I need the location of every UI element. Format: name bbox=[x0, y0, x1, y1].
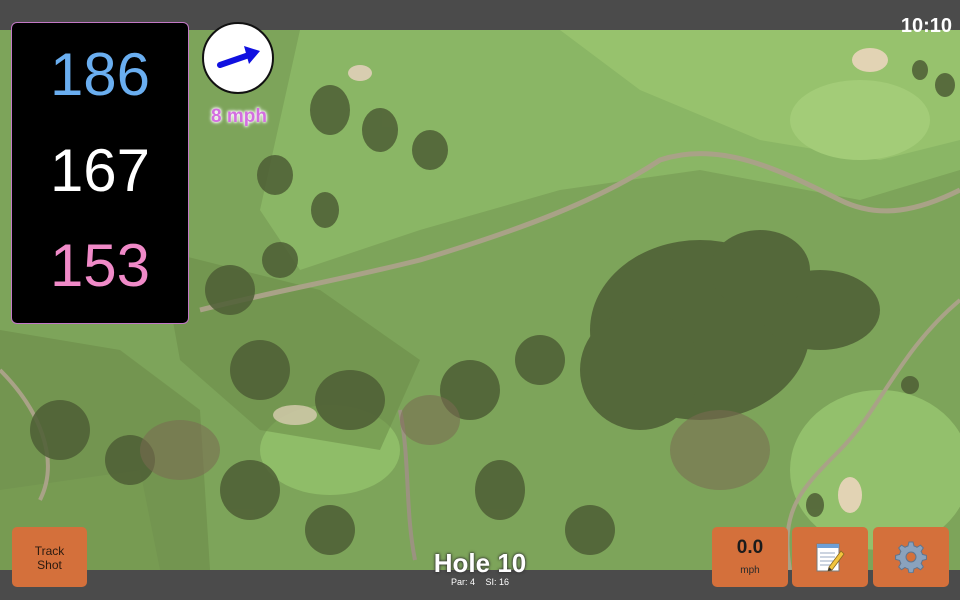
wind-direction-dial bbox=[202, 22, 274, 94]
speed-unit: mph bbox=[740, 565, 760, 576]
hole-par: Par: 4 bbox=[450, 577, 475, 587]
back-distance: 186 bbox=[49, 41, 151, 108]
hole-title: Hole 10 bbox=[433, 548, 527, 578]
golf-gps-screen: 10:10 186 167 153 8 mph Track Shot Hole … bbox=[0, 0, 960, 600]
arrow-icon bbox=[217, 46, 260, 68]
speed-button[interactable]: 0.0 mph bbox=[712, 527, 788, 587]
track-shot-label-line2: Shot bbox=[37, 558, 62, 572]
center-distance: 167 bbox=[49, 137, 151, 204]
gear-icon bbox=[895, 541, 927, 573]
track-shot-button[interactable]: Track Shot bbox=[12, 527, 87, 587]
notepad-icon bbox=[816, 543, 845, 572]
clock: 10:10 bbox=[900, 15, 952, 37]
speed-value: 0.0 bbox=[736, 537, 764, 558]
wind-speed: 8 mph bbox=[211, 106, 267, 127]
front-distance: 153 bbox=[49, 232, 151, 299]
hole-info: Par: 4 SI: 16 bbox=[400, 577, 560, 587]
distance-panel: 186 167 153 bbox=[11, 22, 189, 324]
track-shot-label-line1: Track bbox=[34, 544, 65, 558]
settings-button[interactable] bbox=[873, 527, 949, 587]
hole-stroke-index: SI: 16 bbox=[485, 577, 510, 587]
notes-button[interactable] bbox=[792, 527, 868, 587]
